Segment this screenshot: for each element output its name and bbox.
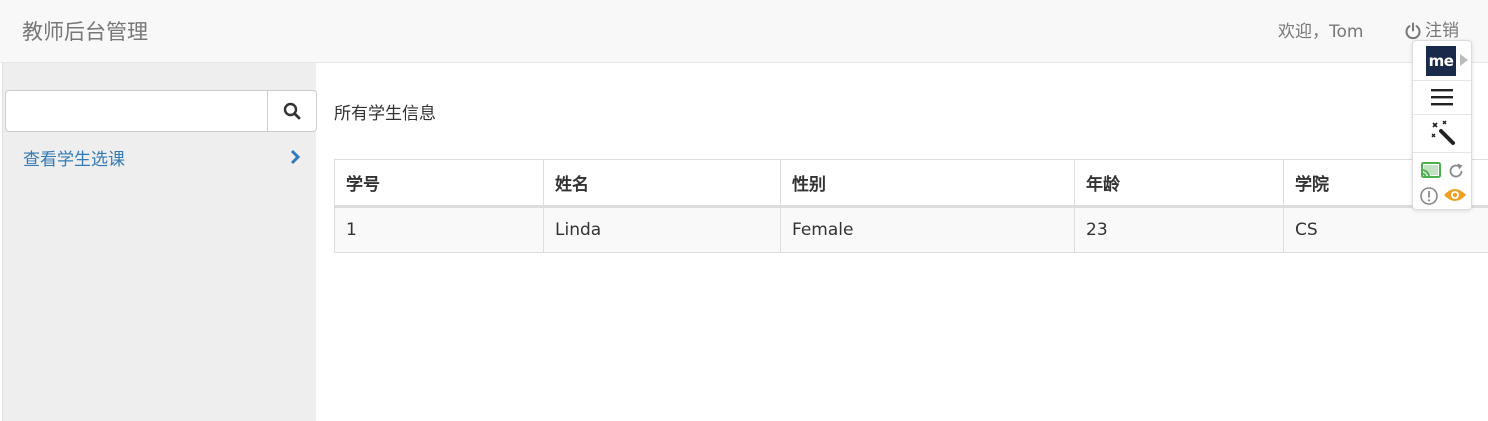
refresh-icon[interactable] <box>1447 162 1465 180</box>
expand-arrow-icon[interactable] <box>1460 54 1468 66</box>
magic-wand-icon[interactable] <box>1429 119 1457 147</box>
app-brand[interactable]: 教师后台管理 <box>22 17 148 47</box>
column-header-gender: 性别 <box>780 159 1075 208</box>
divider <box>1413 80 1471 81</box>
alert-icon[interactable] <box>1419 186 1439 206</box>
divider <box>1413 114 1471 115</box>
students-table: 学号 姓名 性别 年龄 学院 1 Linda Female 23 CS <box>334 159 1488 253</box>
welcome-text: 欢迎，Tom <box>1278 22 1364 42</box>
chevron-right-icon <box>290 149 301 165</box>
cell-age: 23 <box>1074 206 1284 253</box>
sidebar: 查看学生选课 <box>2 63 317 421</box>
cast-icon[interactable] <box>1420 161 1442 179</box>
cell-name: Linda <box>543 206 781 253</box>
power-icon <box>1405 22 1421 40</box>
sidebar-item-course-selection[interactable]: 查看学生选课 <box>23 145 301 170</box>
search-button[interactable] <box>268 90 317 132</box>
sidebar-search <box>5 90 317 132</box>
page-title: 所有学生信息 <box>334 104 436 124</box>
sidebar-item-label: 查看学生选课 <box>23 149 125 170</box>
column-header-age: 年龄 <box>1074 159 1284 208</box>
eye-icon[interactable] <box>1443 187 1467 203</box>
extension-logo[interactable]: me <box>1426 46 1456 76</box>
cell-gender: Female <box>780 206 1075 253</box>
table-header-row: 学号 姓名 性别 年龄 学院 <box>334 159 1488 208</box>
table-row: 1 Linda Female 23 CS <box>334 206 1488 253</box>
top-navbar: 教师后台管理 欢迎，Tom 注销 <box>0 0 1488 63</box>
search-input[interactable] <box>5 90 269 132</box>
column-header-name: 姓名 <box>543 159 781 208</box>
menu-icon[interactable] <box>1430 87 1454 107</box>
search-icon <box>283 102 301 120</box>
column-header-id: 学号 <box>334 159 544 208</box>
cell-college: CS <box>1283 206 1488 253</box>
cell-id: 1 <box>334 206 544 253</box>
divider <box>1413 152 1471 153</box>
extension-panel: me <box>1412 40 1472 210</box>
